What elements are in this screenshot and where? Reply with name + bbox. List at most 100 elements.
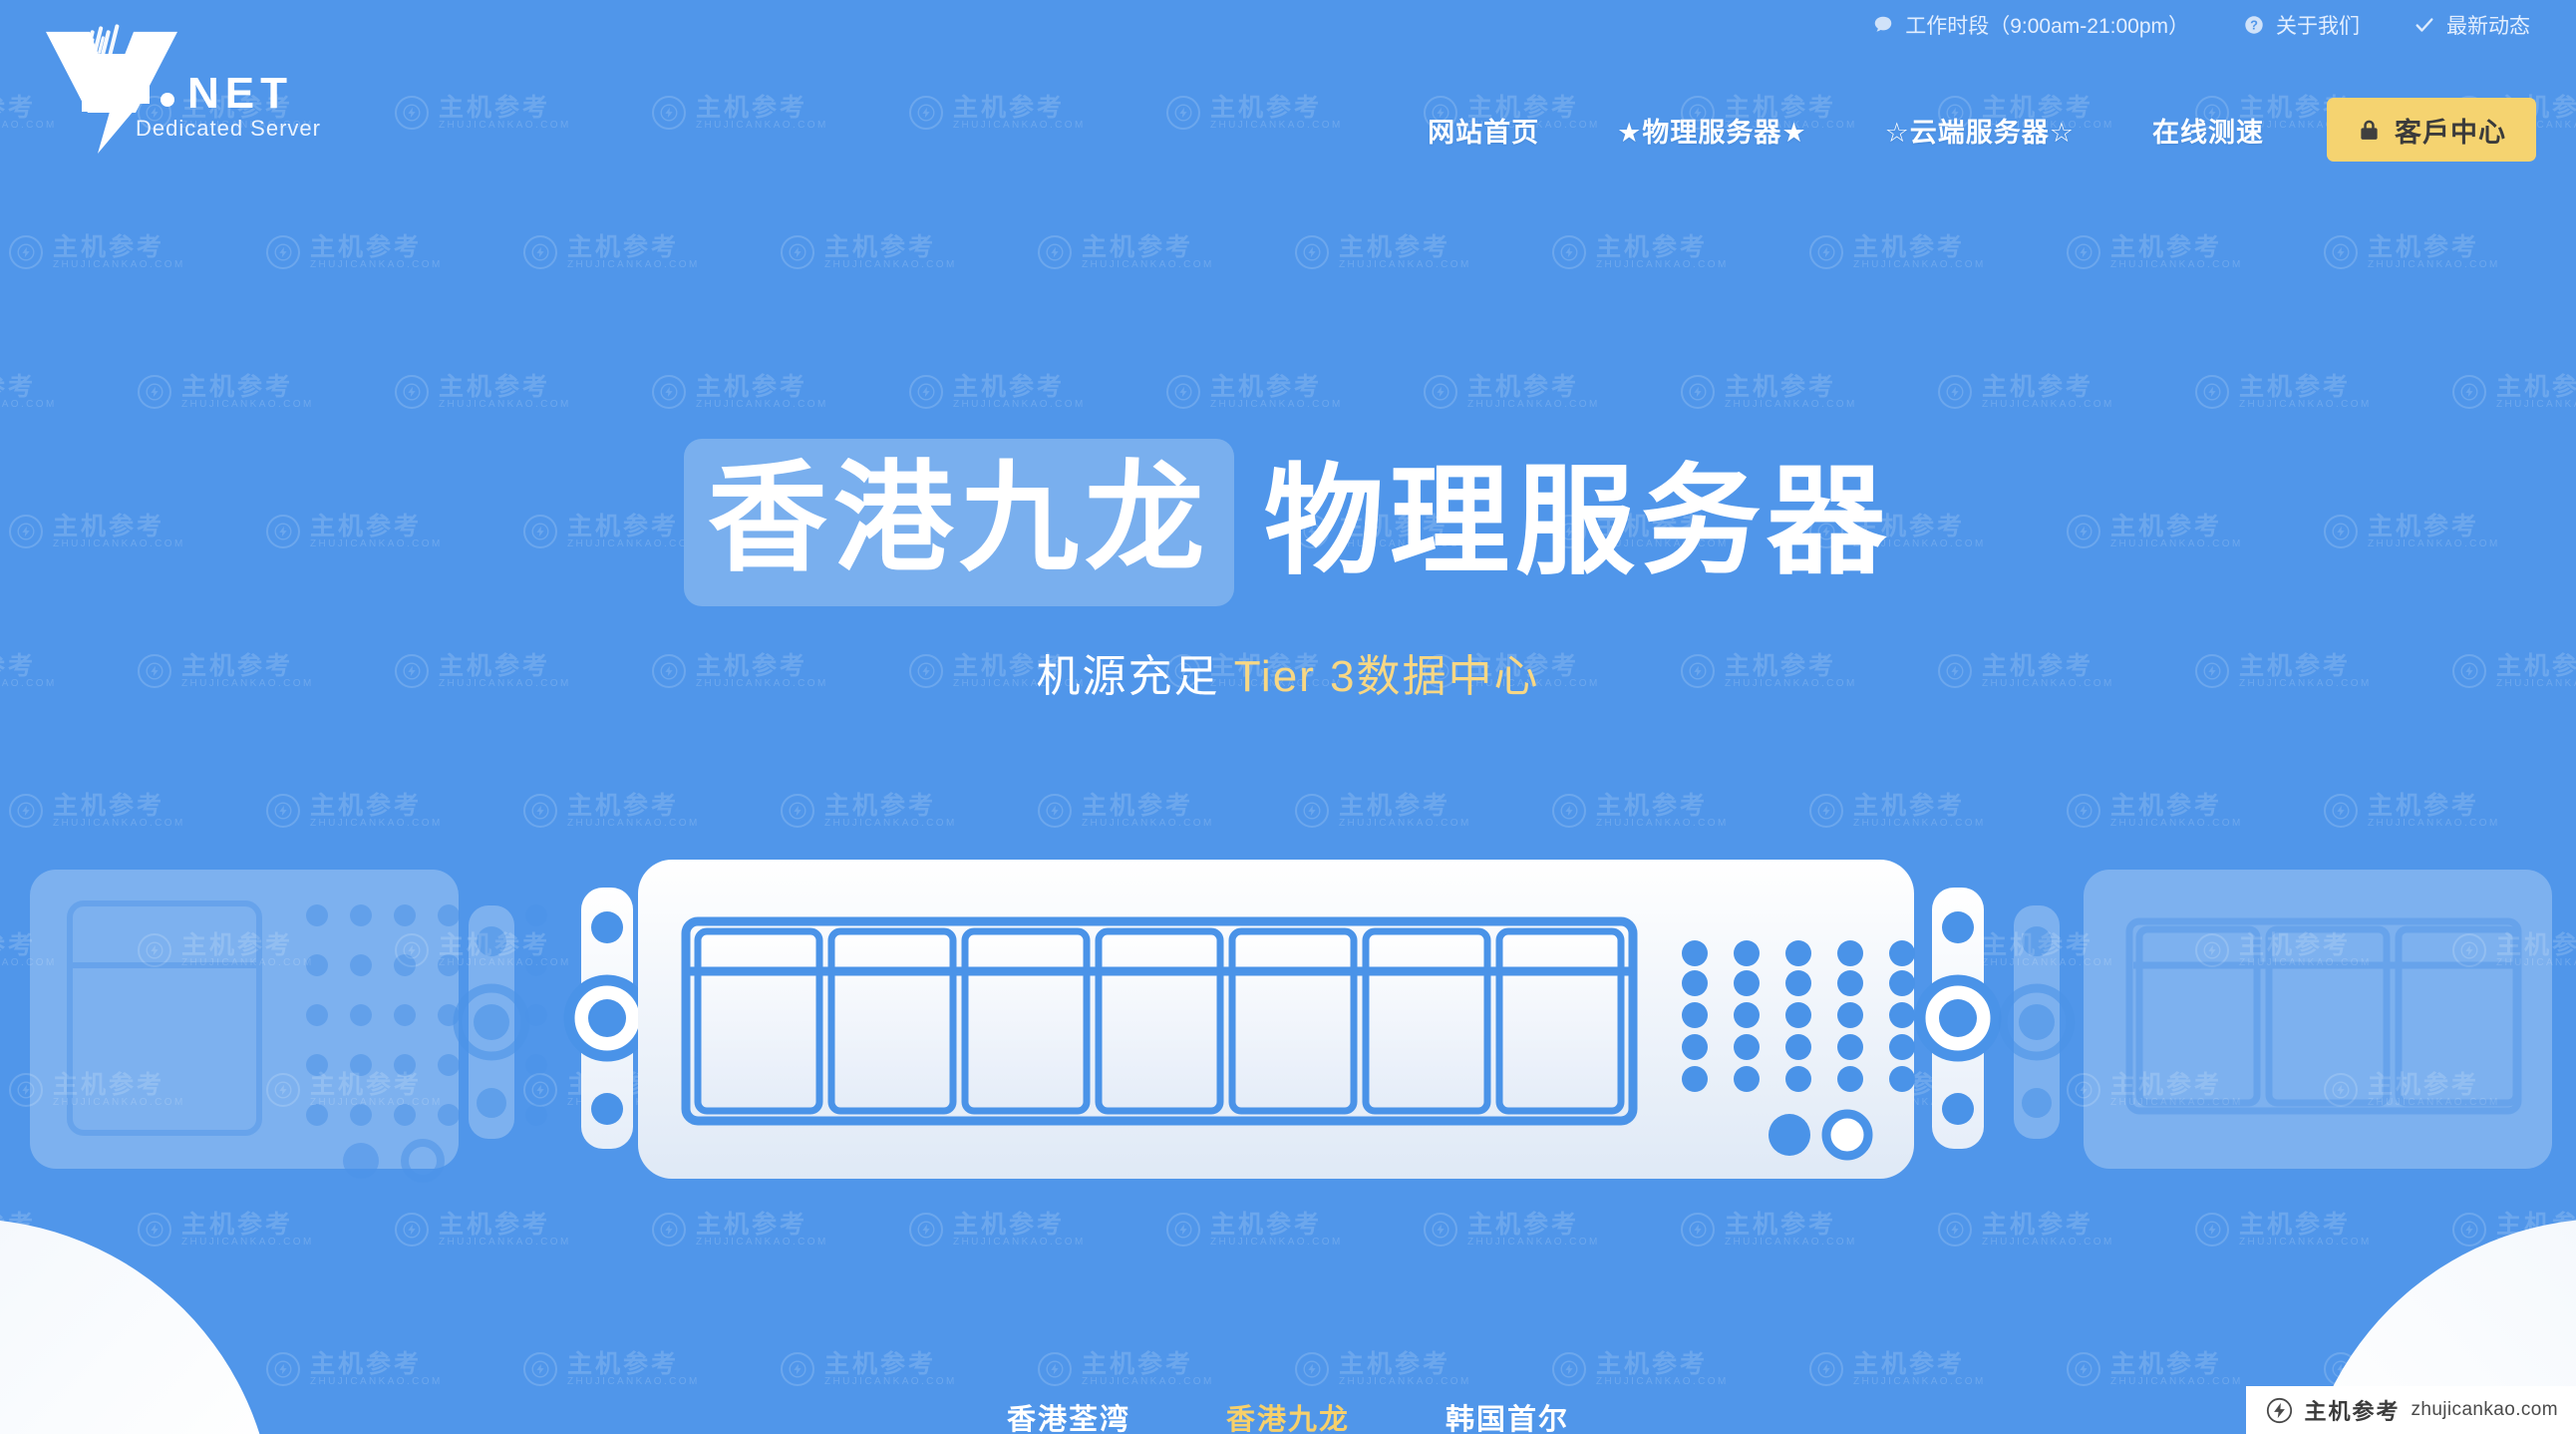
watermark-name: 主机参考 [1725, 373, 1837, 401]
source-watermark-badge: 主机参考 zhujicankao.com [2246, 1386, 2576, 1434]
watermark-tile: 主机参考ZHUJICANKAO.COM [395, 1212, 571, 1249]
svg-text:?: ? [2250, 18, 2258, 33]
topbar-item-working-hours[interactable]: 工作时段（9:00am-21:00pm） [1872, 10, 2189, 40]
lightning-circle-icon [2266, 1397, 2293, 1424]
lightning-circle-icon [138, 375, 171, 410]
watermark-name: 主机参考 [1982, 373, 2094, 401]
hero-section: 香港九龙 物理服务器 机源充足 Tier 3数据中心 [0, 439, 2576, 704]
watermark-url: ZHUJICANKAO.COM [439, 399, 571, 411]
watermark-name: 主机参考 [1339, 792, 1451, 820]
topbar-label: 关于我们 [2276, 15, 2360, 38]
watermark-name: 主机参考 [1596, 1350, 1709, 1378]
topbar-item-about-us[interactable]: ? 关于我们 [2243, 10, 2360, 40]
watermark-name: 主机参考 [1210, 373, 1323, 401]
watermark-url: ZHUJICANKAO.COM [1853, 259, 1986, 271]
watermark-name: 主机参考 [1596, 233, 1709, 261]
lock-icon [2357, 118, 2382, 143]
watermark-tile: 主机参考ZHUJICANKAO.COM [1809, 793, 1986, 830]
watermark-url: ZHUJICANKAO.COM [310, 259, 443, 271]
question-circle-icon: ? [2243, 14, 2265, 36]
lightning-circle-icon [395, 1213, 429, 1248]
watermark-url: ZHUJICANKAO.COM [2239, 399, 2372, 411]
watermark-url: ZHUJICANKAO.COM [2368, 818, 2500, 830]
watermark-tile: 主机参考ZHUJICANKAO.COM [395, 374, 571, 411]
lightning-circle-icon [652, 96, 686, 131]
watermark-name: 主机参考 [824, 792, 937, 820]
lightning-circle-icon [266, 235, 300, 270]
lightning-circle-icon [1038, 794, 1072, 829]
lightning-circle-icon [1295, 1352, 1329, 1387]
client-center-label: 客戶中心 [2395, 117, 2506, 148]
watermark-tile: 主机参考ZHUJICANKAO.COM [395, 95, 571, 132]
lightning-circle-icon [1809, 235, 1843, 270]
nav-item-dedicated[interactable]: ★物理服务器★ [1578, 111, 1845, 150]
location-tab-seoul[interactable]: 韩国首尔 [1446, 1396, 1569, 1434]
watermark-name: 主机参考 [53, 233, 165, 261]
watermark-name: 主机参考 [310, 1350, 423, 1378]
watermark-tile: 主机参考ZHUJICANKAO.COM [2195, 374, 2372, 411]
lightning-circle-icon [1681, 1213, 1715, 1248]
watermark-name: 主机参考 [1339, 233, 1451, 261]
hero-title-highlight: 香港九龙 [684, 439, 1234, 606]
watermark-tile: 主机参考ZHUJICANKAO.COM [1038, 793, 1214, 830]
lightning-circle-icon [1809, 1352, 1843, 1387]
watermark-tile: 主机参考ZHUJICANKAO.COM [138, 374, 314, 411]
client-center-button[interactable]: 客戶中心 [2327, 98, 2536, 162]
watermark-tile: 主机参考ZHUJICANKAO.COM [1809, 1351, 1986, 1388]
topbar-item-latest-news[interactable]: 最新动态 [2414, 10, 2530, 40]
watermark-url: ZHUJICANKAO.COM [824, 259, 957, 271]
watermark-url: ZHUJICANKAO.COM [181, 1237, 314, 1249]
site-logo[interactable]: NET Dedicated Server [28, 8, 377, 158]
svg-text:Dedicated Server: Dedicated Server [136, 116, 321, 141]
watermark-name: 主机参考 [2496, 373, 2576, 401]
lightning-circle-icon [1424, 375, 1457, 410]
watermark-url: ZHUJICANKAO.COM [2110, 259, 2243, 271]
watermark-name: 主机参考 [953, 94, 1066, 122]
lightning-circle-icon [523, 235, 557, 270]
watermark-url: ZHUJICANKAO.COM [1853, 818, 1986, 830]
watermark-url: ZHUJICANKAO.COM [1596, 818, 1729, 830]
watermark-tile: 主机参考ZHUJICANKAO.COM [266, 793, 443, 830]
lightning-circle-icon [1166, 1213, 1200, 1248]
location-tab-tsuen-wan[interactable]: 香港荃湾 [1007, 1396, 1130, 1434]
watermark-tile: 主机参考ZHUJICANKAO.COM [1295, 793, 1471, 830]
watermark-name: 主机参考 [439, 1211, 551, 1239]
watermark-tile: 主机参考ZHUJICANKAO.COM [9, 793, 185, 830]
watermark-url: ZHUJICANKAO.COM [2110, 1376, 2243, 1388]
watermark-url: ZHUJICANKAO.COM [1725, 1237, 1857, 1249]
watermark-name: 主机参考 [2239, 1211, 2352, 1239]
watermark-tile: 主机参考ZHUJICANKAO.COM [523, 1351, 700, 1388]
lightning-circle-icon [1552, 794, 1586, 829]
watermark-name: 主机参考 [1853, 233, 1966, 261]
nav-item-speed-test[interactable]: 在线测速 [2113, 111, 2303, 150]
lightning-circle-icon [2324, 235, 2358, 270]
watermark-tile: 主机参考ZHUJICANKAO.COM [523, 793, 700, 830]
lightning-circle-icon [266, 1352, 300, 1387]
watermark-tile: 主机参考ZHUJICANKAO.COM [1552, 1351, 1729, 1388]
watermark-url: ZHUJICANKAO.COM [696, 399, 828, 411]
watermark-tile: 主机参考ZHUJICANKAO.COM [2067, 1351, 2243, 1388]
watermark-name: 主机参考 [567, 792, 680, 820]
location-tabs: 香港荃湾 香港九龙 韩国首尔 [0, 1396, 2576, 1434]
watermark-url: ZHUJICANKAO.COM [53, 818, 185, 830]
lightning-circle-icon [9, 794, 43, 829]
watermark-tile: 主机参考ZHUJICANKAO.COM [523, 234, 700, 271]
location-tab-kowloon[interactable]: 香港九龙 [1226, 1396, 1350, 1434]
watermark-url: ZHUJICANKAO.COM [1853, 1376, 1986, 1388]
nav-item-home[interactable]: 网站首页 [1389, 111, 1578, 150]
lightning-circle-icon [1166, 96, 1200, 131]
lightning-circle-icon [266, 794, 300, 829]
watermark-name: 主机参考 [1467, 1211, 1580, 1239]
watermark-name: 主机参考 [824, 1350, 937, 1378]
lightning-circle-icon [1038, 235, 1072, 270]
watermark-url: ZHUJICANKAO.COM [1210, 399, 1343, 411]
watermark-name: 主机参考 [181, 1211, 294, 1239]
watermark-url: ZHUJICANKAO.COM [2239, 1237, 2372, 1249]
watermark-tile: 主机参考ZHUJICANKAO.COM [2324, 793, 2500, 830]
watermark-name: 主机参考 [1082, 233, 1194, 261]
lightning-circle-icon [2067, 235, 2100, 270]
watermark-name: 主机参考 [567, 233, 680, 261]
lightning-circle-icon [1166, 375, 1200, 410]
nav-item-cloud[interactable]: ☆云端服务器☆ [1846, 111, 2113, 150]
watermark-tile: 主机参考ZHUJICANKAO.COM [652, 95, 828, 132]
